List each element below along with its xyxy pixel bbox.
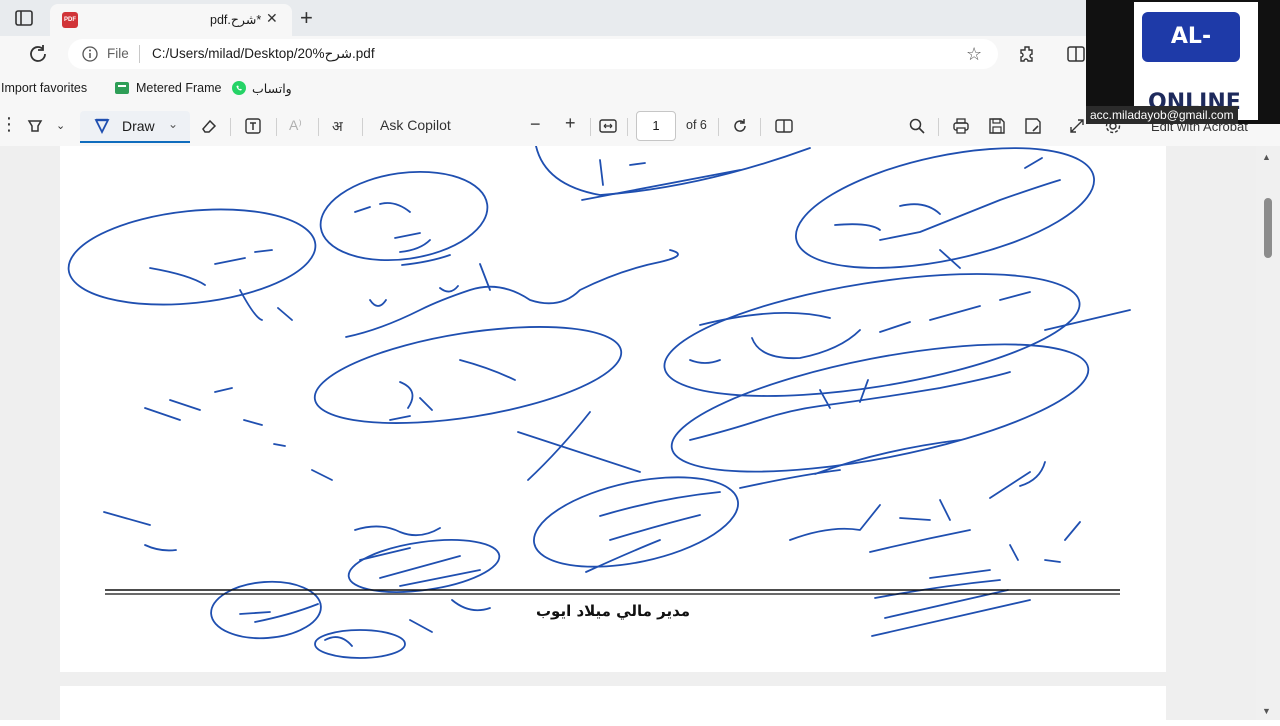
search-icon[interactable]: [908, 117, 926, 135]
favorite-star-icon[interactable]: ☆: [966, 44, 982, 65]
pdf-viewport: مدير مالي ميلاد ايوب: [0, 146, 1280, 726]
draw-label: Draw: [122, 118, 155, 134]
brand-logo: AL-MeeD ONLINE: [1134, 2, 1258, 120]
split-screen-icon[interactable]: [1066, 45, 1086, 63]
new-tab-button[interactable]: +: [300, 5, 313, 31]
scroll-down-icon[interactable]: ▼: [1262, 706, 1271, 716]
logo-badge: AL-MeeD: [1142, 12, 1240, 99]
toolbar-divider: [590, 118, 591, 136]
metered-frame-icon: [115, 82, 129, 94]
file-scheme-label: File: [107, 46, 129, 61]
highlight-chevron-down-icon[interactable]: ⌄: [56, 119, 65, 132]
eraser-icon[interactable]: [200, 117, 218, 135]
info-icon[interactable]: [82, 46, 98, 62]
zoom-in-icon[interactable]: +: [565, 113, 576, 134]
tab-title: pdf.شرح*: [210, 13, 262, 27]
toolbar-divider: [276, 118, 277, 136]
pdf-icon: PDF: [62, 12, 78, 28]
pdf-page-2[interactable]: [60, 686, 1166, 726]
email-caption: acc.miladayob@gmail.com: [1086, 106, 1238, 124]
extensions-icon[interactable]: [1018, 44, 1038, 64]
scroll-up-icon[interactable]: ▲: [1262, 152, 1271, 162]
fit-to-page-icon[interactable]: [599, 117, 617, 135]
fullscreen-icon[interactable]: [1068, 117, 1086, 135]
toolbar-divider: [627, 118, 628, 136]
signature-text: مدير مالي ميلاد ايوب: [535, 602, 691, 620]
toolbar-divider: [938, 118, 939, 136]
save-icon[interactable]: [988, 117, 1006, 135]
ask-copilot-button[interactable]: Ask Copilot: [380, 117, 451, 133]
more-tools-icon[interactable]: ⋮: [0, 114, 18, 135]
page-number-input[interactable]: 1: [636, 111, 676, 141]
page-total-label: of 6: [686, 118, 707, 132]
url-text[interactable]: C:/Users/milad/Desktop/20%شرح.pdf: [152, 46, 375, 62]
refresh-icon[interactable]: [26, 42, 50, 66]
translate-icon[interactable]: अ: [332, 117, 343, 136]
browser-tab-active[interactable]: PDF pdf.شرح* ✕: [50, 4, 292, 36]
favorites-item-metered-frame[interactable]: Metered Frame: [136, 81, 221, 95]
zoom-out-icon[interactable]: −: [530, 114, 541, 135]
favorites-item-whatsapp[interactable]: واتساب: [252, 81, 292, 96]
toolbar-divider: [760, 118, 761, 136]
read-aloud-icon[interactable]: A⁾: [289, 117, 302, 134]
vertical-scrollbar[interactable]: ▲ ▼: [1256, 146, 1280, 720]
tab-actions-icon[interactable]: [14, 9, 34, 27]
text-box-icon[interactable]: [244, 117, 262, 135]
favorites-item-import[interactable]: Import favorites: [1, 81, 87, 95]
favorites-bar: Import favorites Metered Frame واتساب: [0, 72, 1090, 106]
toolbar-divider: [318, 118, 319, 136]
rotate-icon[interactable]: [731, 117, 749, 135]
page-view-icon[interactable]: [775, 117, 793, 135]
draw-button[interactable]: Draw ⌄: [80, 111, 190, 143]
toolbar-divider: [362, 118, 363, 136]
whatsapp-icon: [232, 81, 246, 95]
draw-chevron-down-icon[interactable]: ⌄: [168, 117, 178, 131]
address-divider: [139, 45, 140, 63]
highlight-icon[interactable]: [26, 117, 44, 135]
address-bar[interactable]: File C:/Users/milad/Desktop/20%شرح.pdf ☆: [68, 39, 998, 69]
handwriting-annotations: [67, 146, 1131, 659]
address-row: File C:/Users/milad/Desktop/20%شرح.pdf ☆: [0, 36, 1090, 72]
close-tab-icon[interactable]: ✕: [266, 10, 278, 27]
draw-pen-icon: [94, 118, 110, 134]
toolbar-divider: [718, 118, 719, 136]
pdf-page[interactable]: مدير مالي ميلاد ايوب: [60, 146, 1166, 672]
print-icon[interactable]: [952, 117, 970, 135]
toolbar-divider: [230, 118, 231, 136]
webcam-overlay: AL-MeeD ONLINE acc.miladayob@gmail.com: [1086, 0, 1280, 124]
scrollbar-thumb[interactable]: [1264, 198, 1272, 258]
save-as-icon[interactable]: [1024, 117, 1042, 135]
